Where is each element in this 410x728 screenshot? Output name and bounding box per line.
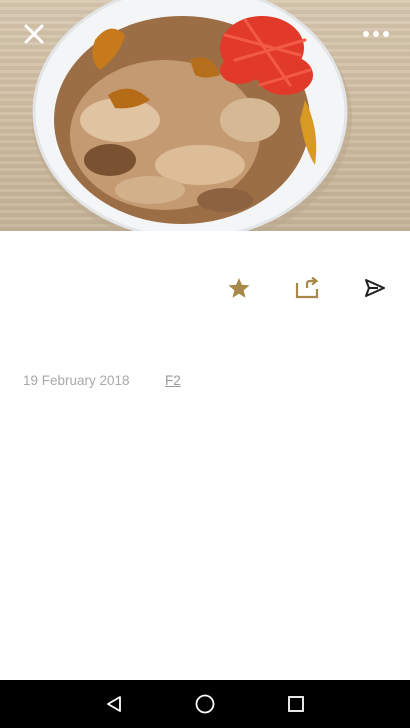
nav-back-button[interactable] xyxy=(90,680,138,728)
favorite-button[interactable] xyxy=(219,268,259,308)
recent-square-icon xyxy=(288,696,304,712)
nav-home-button[interactable] xyxy=(181,680,229,728)
share-button[interactable] xyxy=(287,268,327,308)
photo-info: 19 February 2018 F2 xyxy=(23,373,181,388)
share-out-icon xyxy=(295,277,319,299)
action-bar xyxy=(0,268,410,308)
back-triangle-icon xyxy=(107,696,121,712)
folder-link[interactable]: F2 xyxy=(165,373,181,388)
system-navigation-bar xyxy=(0,680,410,728)
more-options-button[interactable] xyxy=(356,14,396,54)
photo-date: 19 February 2018 xyxy=(23,373,130,388)
close-button[interactable] xyxy=(14,14,54,54)
send-button[interactable] xyxy=(355,268,395,308)
nav-recent-apps-button[interactable] xyxy=(272,680,320,728)
photo xyxy=(0,0,410,231)
more-dots-icon xyxy=(363,31,389,37)
home-circle-icon xyxy=(195,694,215,714)
food-bowl-image xyxy=(32,0,352,231)
star-icon xyxy=(228,278,250,298)
close-icon xyxy=(24,24,44,44)
send-icon xyxy=(365,279,385,297)
